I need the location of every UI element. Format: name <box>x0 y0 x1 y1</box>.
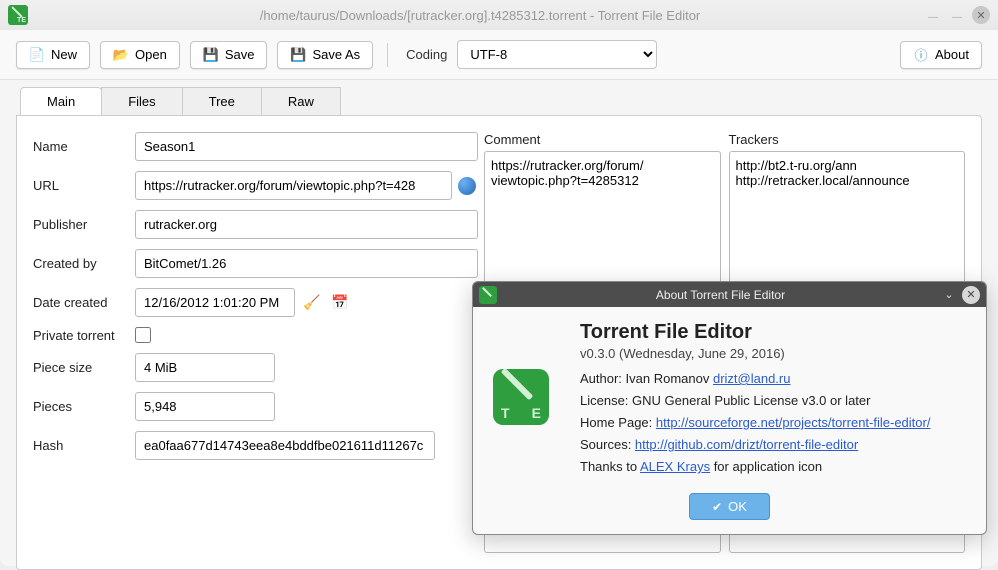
url-input[interactable] <box>135 171 452 200</box>
ok-label: OK <box>728 499 747 514</box>
about-close-button[interactable]: ✕ <box>962 286 980 304</box>
about-sources: Sources: http://github.com/drizt/torrent… <box>580 437 970 452</box>
main-window: /home/taurus/Downloads/[rutracker.org].t… <box>0 0 998 566</box>
about-author: Author: Ivan Romanov drizt@land.ru <box>580 371 970 386</box>
about-dialog-title: About Torrent File Editor <box>505 288 936 302</box>
folder-icon: 📂 <box>113 47 129 63</box>
open-button[interactable]: 📂 Open <box>100 41 180 69</box>
name-input[interactable] <box>135 132 478 161</box>
window-title: /home/taurus/Downloads/[rutracker.org].t… <box>36 8 924 23</box>
app-icon <box>479 286 497 304</box>
private-label: Private torrent <box>33 328 135 343</box>
about-thanks: Thanks to ALEX Krays for application ico… <box>580 459 970 474</box>
pieces-label: Pieces <box>33 399 135 414</box>
about-homepage: Home Page: http://sourceforge.net/projec… <box>580 415 970 430</box>
name-label: Name <box>33 139 135 154</box>
tab-tree[interactable]: Tree <box>182 87 262 116</box>
form-column: Name URL Publisher Created by Date creat… <box>33 132 478 553</box>
info-icon: ⓘ <box>913 47 929 63</box>
about-dialog: About Torrent File Editor ⌄ ✕ T E Torren… <box>472 281 987 535</box>
about-titlebar: About Torrent File Editor ⌄ ✕ <box>473 282 986 307</box>
tab-main[interactable]: Main <box>20 87 102 116</box>
about-app-icon: T E <box>489 369 564 425</box>
saveas-label: Save As <box>312 47 360 62</box>
publisher-label: Publisher <box>33 217 135 232</box>
ok-button[interactable]: ✔ OK <box>689 493 770 520</box>
pieces-input[interactable] <box>135 392 275 421</box>
close-button[interactable]: ✕ <box>972 6 990 24</box>
tab-files[interactable]: Files <box>101 87 182 116</box>
save-as-button[interactable]: 💾 Save As <box>277 41 373 69</box>
comment-label: Comment <box>484 132 721 147</box>
about-button[interactable]: ⓘ About <box>900 41 982 69</box>
save-icon: 💾 <box>290 47 306 63</box>
save-button[interactable]: 💾 Save <box>190 41 268 69</box>
datecreated-label: Date created <box>33 295 135 310</box>
piecesize-label: Piece size <box>33 360 135 375</box>
document-icon: 📄 <box>29 47 45 63</box>
coding-label: Coding <box>406 47 447 62</box>
minimize-button[interactable] <box>924 6 942 24</box>
maximize-button[interactable] <box>948 6 966 24</box>
clear-date-button[interactable]: 🧹 <box>301 292 323 314</box>
app-icon <box>8 5 28 25</box>
createdby-input[interactable] <box>135 249 478 278</box>
about-version: v0.3.0 (Wednesday, June 29, 2016) <box>580 346 970 361</box>
about-collapse-button[interactable]: ⌄ <box>940 286 958 304</box>
separator <box>387 43 388 67</box>
open-label: Open <box>135 47 167 62</box>
calendar-button[interactable]: 📅 <box>329 292 351 314</box>
hash-input[interactable] <box>135 431 435 460</box>
private-checkbox[interactable] <box>135 327 151 343</box>
tabs: Main Files Tree Raw <box>20 86 998 115</box>
save-icon: 💾 <box>203 47 219 63</box>
titlebar: /home/taurus/Downloads/[rutracker.org].t… <box>0 0 998 30</box>
about-license: License: GNU General Public License v3.0… <box>580 393 970 408</box>
publisher-input[interactable] <box>135 210 478 239</box>
check-icon: ✔ <box>712 500 722 514</box>
url-label: URL <box>33 178 135 193</box>
createdby-label: Created by <box>33 256 135 271</box>
coding-select[interactable]: UTF-8 <box>457 40 657 69</box>
author-email-link[interactable]: drizt@land.ru <box>713 371 791 386</box>
tab-raw[interactable]: Raw <box>261 87 341 116</box>
new-button[interactable]: 📄 New <box>16 41 90 69</box>
globe-icon <box>458 177 476 195</box>
new-label: New <box>51 47 77 62</box>
trackers-label: Trackers <box>729 132 966 147</box>
datecreated-input[interactable] <box>135 288 295 317</box>
calendar-icon: 📅 <box>331 294 348 310</box>
homepage-link[interactable]: http://sourceforge.net/projects/torrent-… <box>656 415 931 430</box>
about-heading: Torrent File Editor <box>580 321 970 344</box>
piecesize-input[interactable] <box>135 353 275 382</box>
save-label: Save <box>225 47 255 62</box>
sources-link[interactable]: http://github.com/drizt/torrent-file-edi… <box>635 437 858 452</box>
broom-icon: 🧹 <box>303 294 320 310</box>
about-label: About <box>935 47 969 62</box>
open-url-button[interactable] <box>456 175 478 197</box>
toolbar: 📄 New 📂 Open 💾 Save 💾 Save As Coding UTF… <box>0 30 998 80</box>
hash-label: Hash <box>33 438 135 453</box>
thanks-link[interactable]: ALEX Krays <box>640 459 710 474</box>
